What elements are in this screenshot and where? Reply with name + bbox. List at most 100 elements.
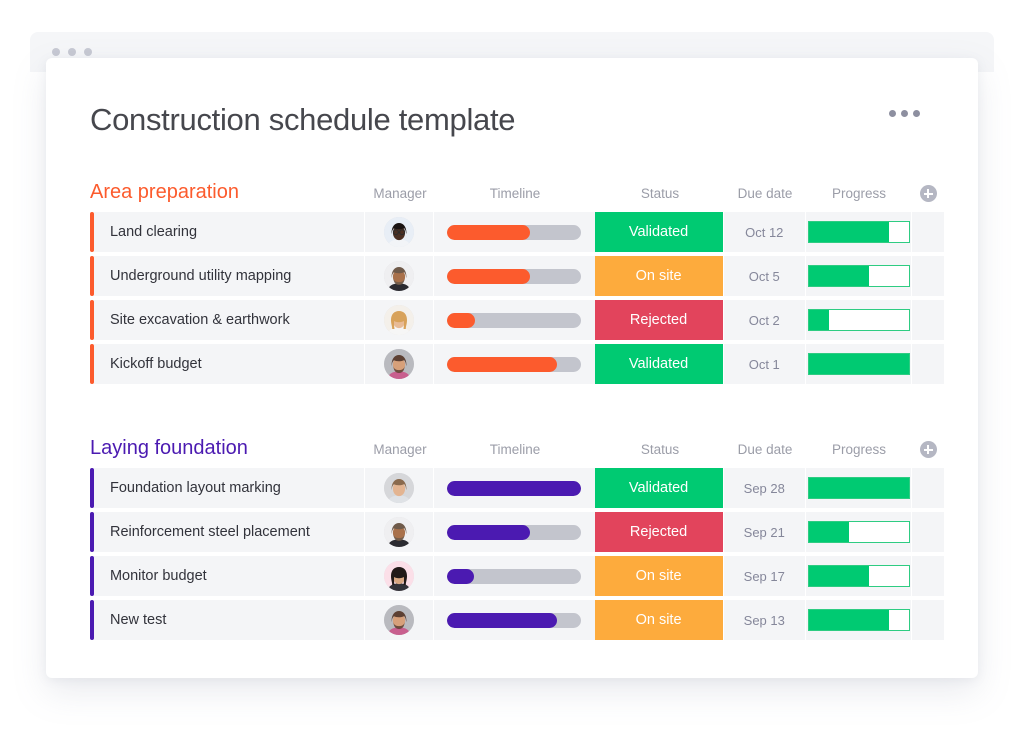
timeline-bar[interactable] [447,524,582,540]
status-badge[interactable]: Rejected [594,300,723,340]
table-row[interactable]: Underground utility mapping On site Oct 5 [90,256,944,296]
progress-bar[interactable] [807,521,910,543]
row-task-name[interactable]: Monitor budget [93,556,365,596]
row-due-date-cell[interactable]: Sep 13 [723,600,805,640]
progress-bar[interactable] [807,353,910,375]
row-due-date-cell[interactable]: Oct 2 [723,300,805,340]
row-task-name[interactable]: Foundation layout marking [93,468,365,508]
add-column-icon[interactable] [919,441,937,458]
timeline-bar[interactable] [447,268,582,284]
row-task-name[interactable]: New test [93,600,365,640]
row-status-cell[interactable]: On site [594,556,723,596]
row-timeline-cell[interactable] [433,556,595,596]
table-row[interactable]: Land clearing Validated Oct 12 [90,212,944,252]
row-due-date-cell[interactable]: Oct 1 [723,344,805,384]
row-progress-cell[interactable] [805,256,912,296]
avatar[interactable] [383,517,414,547]
avatar[interactable] [383,305,414,335]
row-task-name[interactable]: Reinforcement steel placement [93,512,365,552]
close-dot[interactable] [52,48,60,56]
row-progress-cell[interactable] [805,212,912,252]
table-row[interactable]: Foundation layout marking Validated Sep 28 [90,468,944,508]
board-more-menu-icon[interactable] [889,110,920,117]
row-due-date-cell[interactable]: Sep 28 [723,468,805,508]
row-progress-cell[interactable] [805,600,912,640]
timeline-bar[interactable] [447,356,582,372]
row-manager-cell[interactable] [365,600,433,640]
add-column-icon[interactable] [919,185,937,202]
row-status-cell[interactable]: Validated [594,344,723,384]
avatar[interactable] [383,261,414,291]
table-row[interactable]: Reinforcement steel placement Rejected Sep… [90,512,944,552]
avatar[interactable] [383,473,414,503]
row-timeline-cell[interactable] [433,300,595,340]
row-progress-cell[interactable] [805,344,912,384]
row-timeline-cell[interactable] [433,468,595,508]
row-status-cell[interactable]: Rejected [594,300,723,340]
timeline-bar[interactable] [447,480,582,496]
status-badge[interactable]: Validated [594,212,723,252]
progress-bar[interactable] [807,309,910,331]
timeline-bar[interactable] [447,312,582,328]
row-progress-cell[interactable] [805,512,912,552]
group-title[interactable]: Laying foundation [90,436,248,460]
progress-bar[interactable] [807,609,910,631]
row-timeline-cell[interactable] [433,512,595,552]
row-due-date-cell[interactable]: Oct 5 [723,256,805,296]
row-task-name[interactable]: Site excavation & earthwork [93,300,365,340]
progress-bar-fill [808,478,909,498]
progress-bar[interactable] [807,477,910,499]
row-progress-cell[interactable] [805,468,912,508]
status-badge[interactable]: On site [594,556,723,596]
row-progress-cell[interactable] [805,556,912,596]
row-manager-cell[interactable] [365,256,433,296]
row-manager-cell[interactable] [365,212,433,252]
table-row[interactable]: Monitor budget On site Sep 17 [90,556,944,596]
status-badge[interactable]: Rejected [594,512,723,552]
row-timeline-cell[interactable] [433,212,595,252]
avatar[interactable] [383,561,414,591]
minimize-dot[interactable] [68,48,76,56]
table-row[interactable]: Site excavation & earthwork Rejected Oct 2 [90,300,944,340]
row-timeline-cell[interactable] [433,344,595,384]
row-blank-cell [912,300,944,340]
group-title[interactable]: Area preparation [90,180,239,204]
row-status-cell[interactable]: On site [594,600,723,640]
title-row: Construction schedule template [90,98,948,142]
progress-bar[interactable] [807,221,910,243]
row-manager-cell[interactable] [365,512,433,552]
row-manager-cell[interactable] [365,344,433,384]
row-due-date-cell[interactable]: Sep 21 [723,512,805,552]
row-task-name[interactable]: Underground utility mapping [93,256,365,296]
row-due-date-cell[interactable]: Oct 12 [723,212,805,252]
row-status-cell[interactable]: Validated [594,212,723,252]
avatar[interactable] [383,349,414,379]
timeline-bar[interactable] [447,568,582,584]
row-manager-cell[interactable] [365,300,433,340]
row-manager-cell[interactable] [365,468,433,508]
row-task-name[interactable]: Kickoff budget [93,344,365,384]
row-task-name[interactable]: Land clearing [93,212,365,252]
table-row[interactable]: Kickoff budget Validated Oct 1 [90,344,944,384]
row-status-cell[interactable]: Validated [594,468,723,508]
maximize-dot[interactable] [84,48,92,56]
row-timeline-cell[interactable] [433,256,595,296]
row-status-cell[interactable]: On site [594,256,723,296]
status-badge[interactable]: On site [594,600,723,640]
row-manager-cell[interactable] [365,556,433,596]
status-badge[interactable]: Validated [594,344,723,384]
timeline-bar[interactable] [447,612,582,628]
table-row[interactable]: New test On site Sep 13 [90,600,944,640]
page-title: Construction schedule template [90,102,516,137]
timeline-bar[interactable] [447,224,582,240]
progress-bar[interactable] [807,265,910,287]
avatar[interactable] [383,605,414,635]
status-badge[interactable]: On site [594,256,723,296]
avatar[interactable] [383,217,414,247]
row-progress-cell[interactable] [805,300,912,340]
progress-bar[interactable] [807,565,910,587]
status-badge[interactable]: Validated [594,468,723,508]
row-status-cell[interactable]: Rejected [594,512,723,552]
row-timeline-cell[interactable] [433,600,595,640]
row-due-date-cell[interactable]: Sep 17 [723,556,805,596]
